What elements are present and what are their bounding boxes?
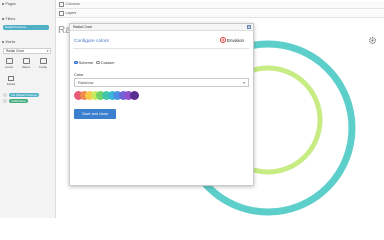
details-button[interactable]: Details <box>6 76 16 88</box>
rows-icon <box>59 11 64 16</box>
scheme-radio-group: Scheme Custom <box>74 60 114 65</box>
pages-icon <box>2 3 4 5</box>
values-icon <box>22 57 30 64</box>
tooltip-icon <box>39 57 47 64</box>
scheme-radio[interactable]: Scheme <box>74 60 93 65</box>
levels-icon <box>5 57 13 64</box>
details-icon <box>8 76 14 81</box>
chevron-down-icon: ▾ <box>46 49 49 53</box>
save-and-close-button[interactable]: Save and close <box>74 109 116 119</box>
color-label: Color <box>74 72 84 77</box>
envision-logo-icon <box>220 37 226 43</box>
field-type-icon <box>3 93 7 97</box>
radio-selected-icon <box>74 60 78 65</box>
filters-icon <box>2 18 4 20</box>
mark-type-select[interactable]: Radial Chart ▾ <box>3 48 51 54</box>
tab-divider <box>73 48 249 49</box>
dialog-header: Radial Chart × <box>70 24 253 31</box>
field-type-icon <box>3 99 7 103</box>
field-pill: SUM(Sales) <box>9 99 29 103</box>
tooltip-button[interactable]: Tooltip <box>36 56 50 70</box>
color-swatches <box>74 91 144 100</box>
color-swatch <box>130 91 139 100</box>
gear-icon[interactable] <box>368 36 377 45</box>
columns-icon <box>59 2 64 7</box>
filter-pill[interactable]: Radial Finetune <box>3 25 49 30</box>
left-panel: Pages Filters Radial Finetune Marks Radi… <box>0 0 56 218</box>
filters-section-title: Filters <box>2 17 15 21</box>
marks-icon <box>2 41 4 43</box>
levels-button[interactable]: Levels <box>2 56 16 70</box>
close-button[interactable]: × <box>247 24 251 29</box>
dialog-title: Radial Chart <box>73 25 92 29</box>
field-row[interactable]: SUM(Sales) <box>3 99 29 103</box>
chevron-down-icon: ▾ <box>243 81 245 85</box>
columns-shelf[interactable]: Columns <box>57 1 384 9</box>
brand-logo: Envision <box>220 37 244 43</box>
custom-radio[interactable]: Custom <box>96 60 114 65</box>
radio-icon <box>96 60 100 65</box>
marks-section-title: Marks <box>2 40 15 44</box>
field-pill: AG (Radial Finetune) <box>9 93 40 97</box>
pages-section-title: Pages <box>2 2 16 6</box>
tab-configure-colors[interactable]: Configure colors <box>74 39 109 44</box>
values-button[interactable]: Values <box>19 56 33 70</box>
field-row[interactable]: AG (Radial Finetune) <box>3 93 40 97</box>
color-scheme-select[interactable]: Rainbow ▾ <box>74 78 249 87</box>
rows-shelf[interactable]: Layers <box>57 10 384 18</box>
radial-chart-dialog: Radial Chart × Configure colors Envision… <box>69 23 254 186</box>
